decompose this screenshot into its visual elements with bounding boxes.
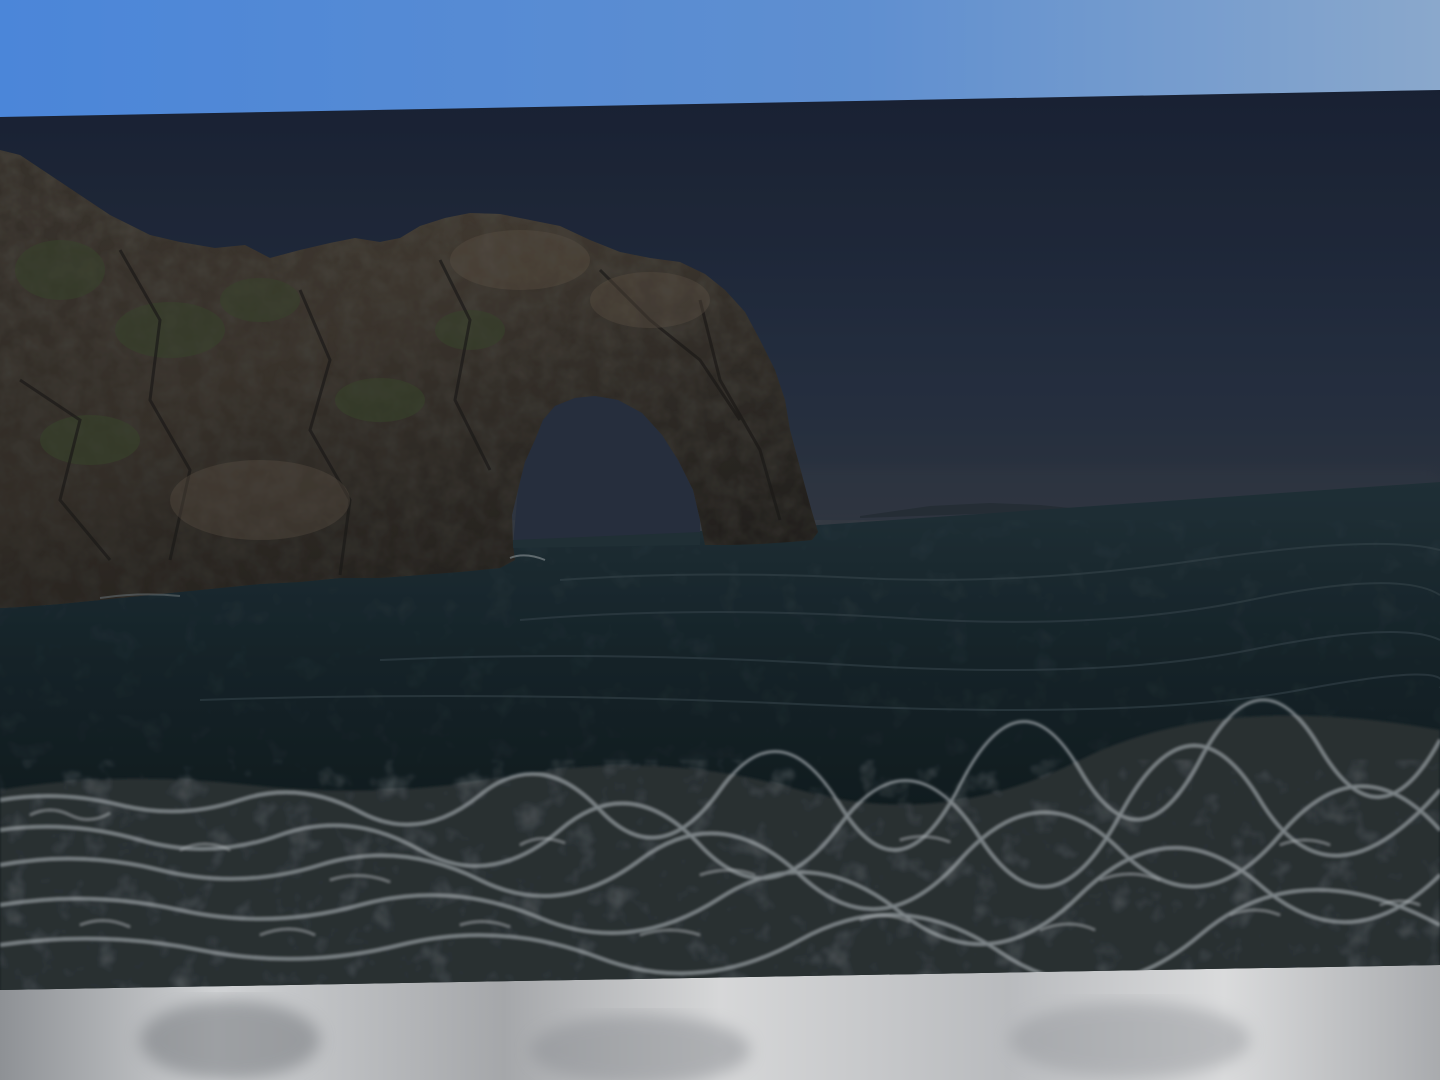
blur-shape xyxy=(140,1000,320,1080)
scene-svg xyxy=(0,0,1440,1080)
photo xyxy=(0,90,1440,990)
screen xyxy=(0,0,1440,1080)
blur-shape xyxy=(1010,1002,1250,1078)
photo-dim xyxy=(0,90,1440,990)
